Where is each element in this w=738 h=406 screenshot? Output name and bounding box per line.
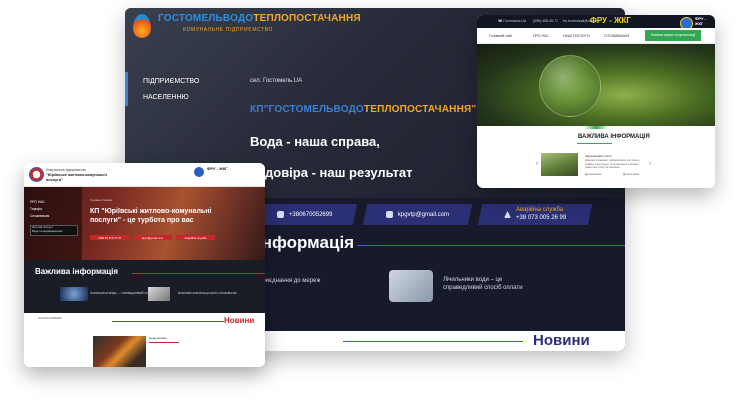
news-item-underline bbox=[149, 342, 179, 343]
nav-about[interactable]: ПРО НАС bbox=[30, 200, 45, 204]
news-item-title[interactable]: Нова новина bbox=[149, 336, 167, 340]
info-title: Важлива інформація bbox=[35, 267, 119, 276]
emergency-label: Аварійна служба bbox=[515, 207, 563, 213]
info-caption-2[interactable]: ВАЖЛИВА ІНФОРМАЦІЯ ДЛЯ СПОЖИВАЧІВ bbox=[178, 291, 236, 295]
nav-home[interactable]: Головний сайт bbox=[489, 34, 513, 38]
org-name: "Юріївське житлово-комунальні послуги" bbox=[46, 173, 107, 182]
drop-flame-logo-icon bbox=[133, 14, 151, 38]
email-label: kpgvtp@gmail.com bbox=[397, 211, 450, 218]
fru-badge-icon bbox=[194, 167, 204, 177]
yurivka-site-preview: Комунальне підприємство "Юріївське житло… bbox=[24, 163, 265, 367]
fru-site-preview: ☎ Гостомель.UA (095) 455-46-77 fru.kommu… bbox=[477, 15, 715, 188]
carousel-next-icon[interactable]: › bbox=[649, 161, 651, 167]
info-card-2-text[interactable]: Лічильники води – це справедливий спосіб… bbox=[443, 276, 523, 293]
brand-blue-part: ГОСТОМЕЛЬВОДО bbox=[158, 13, 254, 24]
nav-consumers[interactable]: СПОЖИВАЧАМ bbox=[604, 34, 629, 38]
news-divider bbox=[343, 341, 523, 342]
info-card-2-line-2: справедливий спосіб оплати bbox=[443, 285, 523, 292]
info-thumbnail-2[interactable] bbox=[148, 287, 170, 301]
breadcrumb: Головна сторінка bbox=[90, 198, 113, 202]
org-type: Комунальне підприємство bbox=[46, 168, 87, 172]
phone-label: +380670052699 bbox=[289, 211, 333, 218]
brand-subtitle: КОМУНАЛЬНЕ ПІДПРИЄМСТВО bbox=[183, 27, 274, 33]
info-thumbnail-1[interactable] bbox=[60, 287, 88, 301]
fru-badge-label: ФРУ - ЖКГ bbox=[695, 16, 706, 26]
emergency-button[interactable]: Аварійна служба bbox=[176, 235, 215, 240]
info-divider bbox=[132, 273, 265, 274]
water-meter-thumbnail[interactable] bbox=[389, 270, 433, 302]
hero-headline: КП"ГОСТОМЕЛЬВОДОТЕПЛОПОСТАЧАННЯ" bbox=[250, 104, 476, 115]
important-info-underline bbox=[577, 143, 612, 144]
dropdown-item-housing[interactable]: Житлові послуги bbox=[32, 226, 53, 229]
hero-title: КП "Юріївські житлово-комунальні послуги… bbox=[90, 208, 212, 225]
brand-name[interactable]: ГОСТОМЕЛЬВОДОТЕПЛОПОСТАЧАННЯ bbox=[158, 13, 361, 24]
nav-services[interactable]: НАШІ ПОСЛУГИ bbox=[563, 34, 590, 38]
news-section-title: Новини bbox=[533, 332, 590, 349]
nav-item-enterprise[interactable]: ПІДПРИЄМСТВО bbox=[143, 78, 199, 85]
info-divider bbox=[357, 245, 625, 246]
domain-label: сел. Гостомель.UA bbox=[250, 78, 303, 84]
email-button[interactable]: kpgvtp@gmail.com bbox=[362, 204, 473, 225]
news-section-label: ОСТАННІ НОВИНИ bbox=[38, 317, 62, 320]
phone-button[interactable]: +380 67 675 77 57 bbox=[90, 235, 129, 240]
headline-orange-part: ТЕПЛОПОСТАЧАННЯ" bbox=[363, 104, 477, 115]
news-title: Новини bbox=[224, 316, 255, 325]
carousel-prev-icon[interactable]: ‹ bbox=[536, 161, 538, 167]
nav-accent-bar bbox=[125, 72, 128, 106]
important-info-title: ВАЖЛИВА ІНФОРМАЦІЯ bbox=[578, 134, 650, 140]
phone-button[interactable]: +380670052699 bbox=[252, 204, 358, 225]
emergency-button[interactable]: Аварійна служба +38 073 005 26 99 bbox=[477, 204, 593, 225]
top-phone[interactable]: (095) 455-46-77 bbox=[533, 19, 558, 23]
warning-icon bbox=[504, 211, 511, 218]
mail-icon bbox=[385, 211, 393, 218]
showcase-scene: ГОСТОМЕЛЬВОДОТЕПЛОПОСТАЧАННЯ КОМУНАЛЬНЕ … bbox=[0, 0, 738, 406]
fru-label: ФРУ - ЖКГ bbox=[207, 166, 228, 171]
email-button[interactable]: kp.ju@gmail.com bbox=[133, 235, 172, 240]
emergency-block: Аварійна служба +38 073 005 26 99 bbox=[516, 207, 566, 222]
read-more-link[interactable]: Детальніше bbox=[585, 172, 601, 176]
brand-orange-part: ТЕПЛОПОСТАЧАННЯ bbox=[253, 13, 361, 24]
nav-consumers[interactable]: Споживачам bbox=[30, 214, 49, 218]
fru-label: ФРУ - ЖКГ bbox=[590, 16, 631, 25]
news-thumbnail[interactable] bbox=[93, 336, 146, 367]
phone-icon bbox=[277, 211, 285, 218]
nav-item-population[interactable]: НАСЕЛЕННЮ bbox=[143, 94, 189, 101]
top-location: ☎ Гостомель.UA bbox=[498, 19, 527, 23]
headline-blue-part: КП"ГОСТОМЕЛЬВОДО bbox=[250, 104, 364, 115]
glass-globe-image bbox=[539, 55, 601, 117]
info-card-1-text[interactable]: Приєднання до мереж bbox=[258, 278, 320, 284]
dropdown-item-water[interactable]: Вода та водовідведення bbox=[32, 230, 62, 233]
yurivka-logo-icon[interactable] bbox=[29, 167, 44, 182]
slogan-line-2: довіра - наш результат bbox=[265, 165, 413, 180]
emergency-phone: +38 073 005 26 99 bbox=[515, 214, 567, 221]
cta-button[interactable]: Новини сфері та пропозиції bbox=[645, 30, 701, 41]
nav-tariffs[interactable]: Тарифи bbox=[30, 207, 42, 211]
info-section-title: Інформація bbox=[257, 233, 355, 252]
hero-divider bbox=[477, 126, 715, 129]
info-card-2-line-1: Лічильники води – це bbox=[443, 277, 503, 283]
news-divider bbox=[112, 321, 224, 322]
news-label: Інформаційні листи bbox=[585, 154, 613, 158]
news-thumbnail[interactable] bbox=[541, 153, 578, 176]
read-more-link-2[interactable]: Детальніше bbox=[623, 172, 639, 176]
nav-about[interactable]: ПРО НАС bbox=[533, 34, 549, 38]
slogan-line-1: Вода - наша справа, bbox=[250, 134, 380, 149]
news-body: Шановні споживачі, повідомляємо про змін… bbox=[585, 159, 641, 169]
